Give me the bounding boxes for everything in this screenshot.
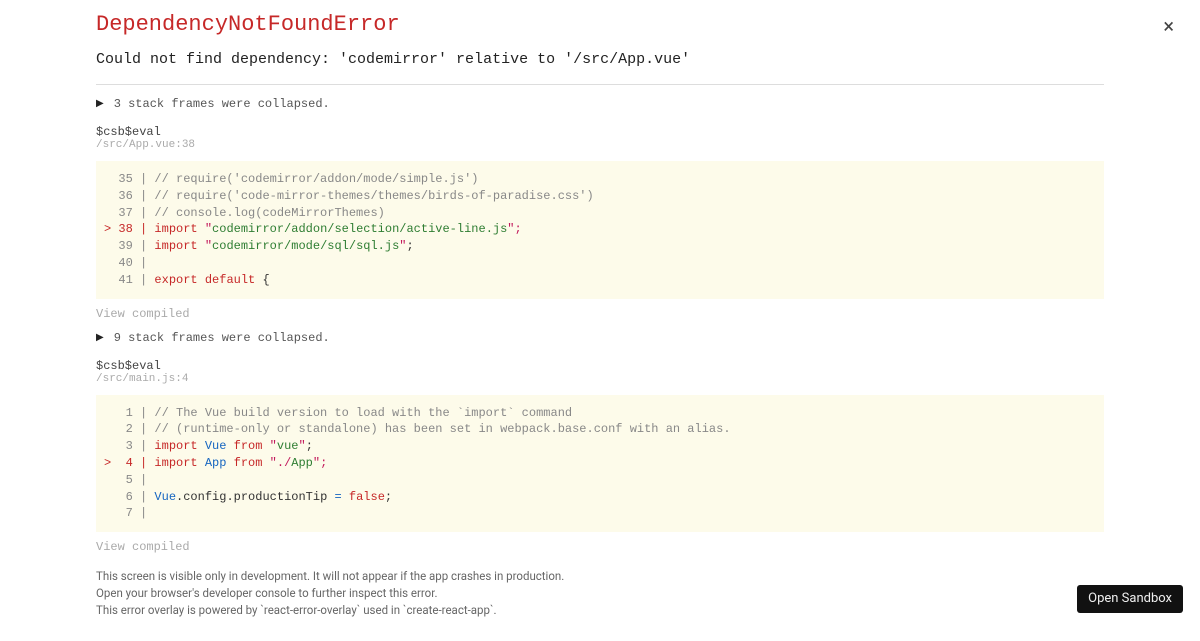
gutter: 6 | [104, 490, 154, 504]
code-ident: Vue [205, 439, 227, 453]
code-comment: // require('code-mirror-themes/themes/bi… [154, 189, 593, 203]
code-punc: . [226, 490, 233, 504]
code-quote: " [270, 439, 277, 453]
code-keyword: from [234, 439, 263, 453]
chevron-right-icon: ▶ [96, 98, 104, 110]
code-string: App [291, 456, 313, 470]
code-ident: Vue [154, 490, 176, 504]
error-message: Could not find dependency: 'codemirror' … [96, 51, 1104, 68]
gutter: > 4 | [104, 456, 154, 470]
gutter: 37 | [104, 206, 154, 220]
code-keyword: import [154, 239, 197, 253]
highlighted-line: > 38 | import "codemirror/addon/selectio… [104, 221, 1096, 238]
view-compiled-link[interactable]: View compiled [96, 540, 1104, 554]
code-bool: false [349, 490, 385, 504]
code-comment: // The Vue build version to load with th… [154, 406, 572, 420]
code-punc: { [262, 273, 269, 287]
code-comment: // (runtime-only or standalone) has been… [154, 422, 730, 436]
code-string: codemirror/mode/sql/sql.js [212, 239, 399, 253]
collapsed-frames-toggle[interactable]: ▶ 3 stack frames were collapsed. [96, 97, 1104, 111]
code-punc: ; [306, 439, 313, 453]
code-quote: ./ [277, 456, 291, 470]
code-prop: productionTip [234, 490, 328, 504]
open-sandbox-button[interactable]: Open Sandbox [1077, 585, 1183, 613]
code-snippet: 1 | // The Vue build version to load wit… [96, 395, 1104, 533]
code-keyword: export [154, 273, 197, 287]
code-punc: ; [406, 239, 413, 253]
code-quote: " [205, 222, 212, 236]
file-path: /src/App.vue:38 [96, 139, 1104, 151]
error-header: DependencyNotFoundError Could not find d… [96, 12, 1104, 85]
code-keyword: import [154, 222, 197, 236]
eval-label: $csb$eval [96, 125, 1104, 139]
gutter: 41 | [104, 273, 154, 287]
code-snippet: 35 | // require('codemirror/addon/mode/s… [96, 161, 1104, 299]
code-prop: config [183, 490, 226, 504]
eval-label: $csb$eval [96, 359, 1104, 373]
gutter: 39 | [104, 239, 154, 253]
gutter: 36 | [104, 189, 154, 203]
code-keyword: import [154, 439, 197, 453]
gutter: 1 | [104, 406, 154, 420]
close-button[interactable]: × [1155, 12, 1182, 40]
gutter: 35 | [104, 172, 154, 186]
code-string: codemirror/addon/selection/active-line.j… [212, 222, 507, 236]
view-compiled-link[interactable]: View compiled [96, 307, 1104, 321]
code-quote: " [205, 239, 212, 253]
code-quote: " [270, 456, 277, 470]
gutter: 40 | [104, 256, 154, 270]
code-comment: // require('codemirror/addon/mode/simple… [154, 172, 478, 186]
code-punc: ; [320, 456, 327, 470]
code-op: = [334, 490, 341, 504]
gutter: > 38 | [104, 222, 154, 236]
chevron-right-icon: ▶ [96, 332, 104, 344]
footer-line: This screen is visible only in developme… [96, 568, 1104, 585]
collapsed-frames-label: 9 stack frames were collapsed. [114, 331, 330, 345]
footer-line: Open your browser's developer console to… [96, 585, 1104, 602]
gutter: 3 | [104, 439, 154, 453]
code-quote: " [313, 456, 320, 470]
collapsed-frames-label: 3 stack frames were collapsed. [114, 97, 330, 111]
error-overlay: DependencyNotFoundError Could not find d… [0, 0, 1200, 638]
error-title: DependencyNotFoundError [96, 12, 1104, 37]
code-quote: " [507, 222, 514, 236]
code-keyword: default [205, 273, 255, 287]
file-path: /src/main.js:4 [96, 373, 1104, 385]
code-comment: // console.log(codeMirrorThemes) [154, 206, 384, 220]
code-string: vue [277, 439, 299, 453]
gutter: 7 | [104, 506, 154, 520]
code-keyword: import [154, 456, 197, 470]
code-quote: " [298, 439, 305, 453]
collapsed-frames-toggle[interactable]: ▶ 9 stack frames were collapsed. [96, 331, 1104, 345]
code-punc: ; [515, 222, 522, 236]
footer-notes: This screen is visible only in developme… [96, 568, 1104, 618]
code-punc: ; [385, 490, 392, 504]
code-keyword: from [234, 456, 263, 470]
highlighted-line: > 4 | import App from "./App"; [104, 455, 1096, 472]
gutter: 2 | [104, 422, 154, 436]
code-ident: App [205, 456, 227, 470]
footer-line: This error overlay is powered by `react-… [96, 602, 1104, 619]
gutter: 5 | [104, 473, 154, 487]
